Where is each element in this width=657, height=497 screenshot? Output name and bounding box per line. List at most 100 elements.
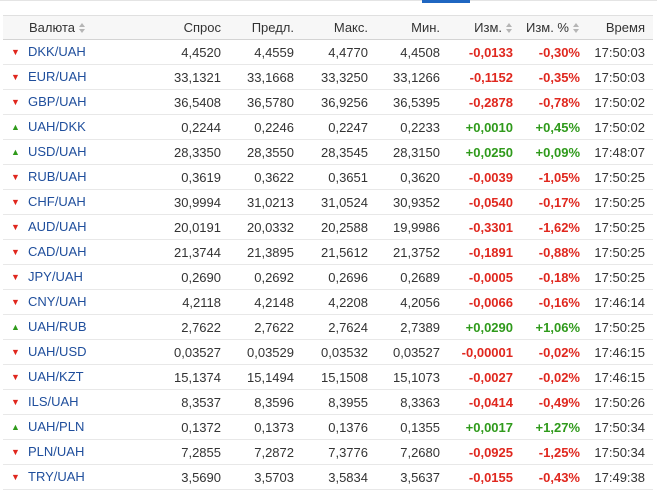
- high-cell: 0,3651: [304, 164, 378, 190]
- table-row[interactable]: ▼ DKK/UAH 4,4520 4,4559 4,4770 4,4508 -0,0133-…: [3, 39, 653, 65]
- currency-pair-cell: ▼ GBP/UAH: [3, 89, 143, 115]
- time-cell: 17:48:07: [590, 139, 653, 165]
- change-percent-cell: +0,09%: [523, 139, 590, 165]
- column-header-time: Время: [590, 15, 653, 40]
- table-row[interactable]: ▼ RUB/UAH 0,3619 0,3622 0,3651 0,3620 -0,0039-…: [3, 164, 653, 190]
- currency-pair-link[interactable]: EUR/UAH: [28, 69, 87, 84]
- currency-pair-cell: ▼ CAD/UAH: [3, 239, 143, 265]
- column-header-high-label: Макс.: [333, 20, 368, 35]
- currency-pair-link[interactable]: TRY/UAH: [28, 469, 85, 484]
- ask-cell: 21,3895: [231, 239, 304, 265]
- currency-pair-link[interactable]: CNY/UAH: [28, 294, 87, 309]
- table-row[interactable]: ▼ EUR/UAH 33,1321 33,1668 33,3250 33,1266 -0,1…: [3, 64, 653, 90]
- table-row[interactable]: ▼ ILS/UAH 8,3537 8,3596 8,3955 8,3363 -0,0414-…: [3, 389, 653, 415]
- change-percent-cell: -1,25%: [523, 439, 590, 465]
- bid-cell: 2,7622: [143, 314, 231, 340]
- ask-cell: 33,1668: [231, 64, 304, 90]
- table-row[interactable]: ▼ GBP/UAH 36,5408 36,5780 36,9256 36,5395 -0,2…: [3, 89, 653, 115]
- currency-pair-link[interactable]: UAH/DKK: [28, 119, 86, 134]
- ask-cell: 28,3550: [231, 139, 304, 165]
- table-row[interactable]: ▼ CHF/UAH 30,9994 31,0213 31,0524 30,9352 -0,0…: [3, 189, 653, 215]
- currency-pair-cell: ▼ ILS/UAH: [3, 389, 143, 415]
- table-row[interactable]: ▼ TRY/UAH 3,5690 3,5703 3,5834 3,5637 -0,0155-…: [3, 464, 653, 490]
- currency-pair-cell: ▼ CNY/UAH: [3, 289, 143, 315]
- column-header-change[interactable]: Изм.: [450, 15, 523, 40]
- currency-pair-link[interactable]: GBP/UAH: [28, 94, 87, 109]
- currency-pair-link[interactable]: UAH/RUB: [28, 319, 87, 334]
- currency-pair-link[interactable]: CHF/UAH: [28, 194, 86, 209]
- change-cell: -0,3301: [450, 214, 523, 240]
- sort-icon[interactable]: [573, 23, 580, 33]
- currency-pair-link[interactable]: DKK/UAH: [28, 44, 86, 59]
- currency-pair-link[interactable]: UAH/KZT: [28, 369, 84, 384]
- time-cell: 17:50:34: [590, 414, 653, 440]
- change-percent-cell: +1,06%: [523, 314, 590, 340]
- currency-pair-link[interactable]: PLN/UAH: [28, 444, 84, 459]
- currency-pair-link[interactable]: USD/UAH: [28, 144, 87, 159]
- bid-cell: 8,3537: [143, 389, 231, 415]
- table-row[interactable]: ▼ JPY/UAH 0,2690 0,2692 0,2696 0,2689 -0,0005-…: [3, 264, 653, 290]
- table-row[interactable]: ▼UAHRUBFIX=26,635326,635326,635326,63530…: [3, 489, 653, 497]
- column-header-change-pct[interactable]: Изм. %: [523, 15, 590, 40]
- currency-pair-link[interactable]: RUB/UAH: [28, 169, 87, 184]
- down-arrow-icon: ▼: [11, 197, 20, 207]
- table-row[interactable]: ▼ PLN/UAH 7,2855 7,2872 7,3776 7,2680 -0,0925-…: [3, 439, 653, 465]
- column-header-change-pct-label: Изм. %: [525, 20, 569, 35]
- high-cell: 7,3776: [304, 439, 378, 465]
- table-row[interactable]: ▼ UAH/USD 0,03527 0,03529 0,03532 0,03527 -0,0…: [3, 339, 653, 365]
- ask-cell: 0,03529: [231, 339, 304, 365]
- currency-pair-cell: ▼ UAH/USD: [3, 339, 143, 365]
- change-percent-cell: -0,35%: [523, 64, 590, 90]
- currency-pair-link[interactable]: JPY/UAH: [28, 269, 83, 284]
- column-header-low: Мин.: [378, 15, 450, 40]
- high-cell: 20,2588: [304, 214, 378, 240]
- currency-pair-link[interactable]: AUD/UAH: [28, 219, 87, 234]
- currency-pair-link[interactable]: CAD/UAH: [28, 244, 87, 259]
- table-row[interactable]: ▲ UAH/DKK 0,2244 0,2246 0,2247 0,2233 +0,0010 +…: [3, 114, 653, 140]
- change-cell: -0,0039: [450, 164, 523, 190]
- table-row[interactable]: ▼ CNY/UAH 4,2118 4,2148 4,2208 4,2056 -0,0066-…: [3, 289, 653, 315]
- table-row[interactable]: ▲ UAH/PLN 0,1372 0,1373 0,1376 0,1355 +0,0017 +…: [3, 414, 653, 440]
- change-cell: -0,0133: [450, 39, 523, 65]
- currency-pair-cell: ▲ UAH/DKK: [3, 114, 143, 140]
- time-cell: 17:50:02: [590, 114, 653, 140]
- table-row[interactable]: ▼ CAD/UAH 21,3744 21,3895 21,5612 21,3752 -0,1…: [3, 239, 653, 265]
- low-cell: 28,3150: [378, 139, 450, 165]
- high-cell: 36,9256: [304, 89, 378, 115]
- sort-icon[interactable]: [506, 23, 513, 33]
- down-arrow-icon: ▼: [11, 222, 20, 232]
- change-cell: -0,2878: [450, 89, 523, 115]
- no-change-icon: ▼: [11, 491, 19, 497]
- time-cell: 00:00:03: [590, 489, 653, 497]
- low-cell: 30,9352: [378, 189, 450, 215]
- change-cell: -0,1891: [450, 239, 523, 265]
- change-cell: +0,0290: [450, 314, 523, 340]
- down-arrow-icon: ▼: [11, 47, 20, 57]
- ask-cell: 2,7622: [231, 314, 304, 340]
- currency-pair-link[interactable]: UAH/PLN: [28, 419, 84, 434]
- time-cell: 17:46:15: [590, 339, 653, 365]
- high-cell: 0,2696: [304, 264, 378, 290]
- change-percent-cell: +1,27%: [523, 414, 590, 440]
- table-row[interactable]: ▼ UAH/KZT 15,1374 15,1494 15,1508 15,1073 -0,0…: [3, 364, 653, 390]
- ask-cell: 26,6353: [231, 489, 304, 497]
- time-cell: 17:50:25: [590, 239, 653, 265]
- currency-pair-cell: ▼ PLN/UAH: [3, 439, 143, 465]
- table-row[interactable]: ▼ AUD/UAH 20,0191 20,0332 20,2588 19,9986 -0,3…: [3, 214, 653, 240]
- bid-cell: 36,5408: [143, 89, 231, 115]
- table-row[interactable]: ▲ USD/UAH 28,3350 28,3550 28,3545 28,3150 +0,0…: [3, 139, 653, 165]
- low-cell: 4,2056: [378, 289, 450, 315]
- bid-cell: 0,2244: [143, 114, 231, 140]
- down-arrow-icon: ▼: [11, 97, 20, 107]
- header-row: Валюта Спрос Предл. Макс. Мин. Изм. Изм.…: [3, 15, 653, 40]
- currency-pair-link[interactable]: ILS/UAH: [28, 394, 79, 409]
- table-row[interactable]: ▲ UAH/RUB 2,7622 2,7622 2,7624 2,7389 +0,0290 +…: [3, 314, 653, 340]
- down-arrow-icon: ▼: [11, 247, 20, 257]
- low-cell: 4,4508: [378, 39, 450, 65]
- column-header-currency[interactable]: Валюта: [3, 15, 143, 40]
- bid-cell: 0,2690: [143, 264, 231, 290]
- currency-pair-link[interactable]: UAH/USD: [28, 344, 87, 359]
- ask-cell: 3,5703: [231, 464, 304, 490]
- currency-pair-cell: ▲ UAH/RUB: [3, 314, 143, 340]
- sort-icon[interactable]: [79, 23, 86, 33]
